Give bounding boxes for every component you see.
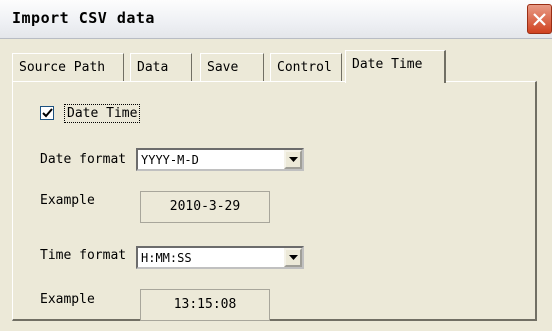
tab-label: Control — [277, 60, 332, 75]
date-format-value: YYYY-M-D — [141, 153, 199, 167]
time-format-dropdown-button[interactable] — [284, 248, 302, 267]
date-format-dropdown-button[interactable] — [284, 150, 302, 169]
time-format-label: Time format — [40, 248, 127, 263]
tab-label: Date Time — [352, 57, 423, 72]
checkmark-icon — [42, 108, 53, 118]
tab-control[interactable]: Control — [270, 53, 342, 81]
close-button[interactable] — [527, 4, 552, 34]
date-example-label: Example — [40, 193, 95, 208]
window-title: Import CSV data — [12, 9, 155, 27]
time-format-value: H:MM:SS — [141, 251, 192, 265]
time-format-select[interactable]: H:MM:SS — [136, 246, 304, 269]
time-example-display: 13:15:08 — [140, 289, 270, 321]
time-example-label: Example — [40, 292, 95, 307]
date-time-checkbox-label[interactable]: Date Time — [64, 104, 141, 123]
tab-date-time[interactable]: Date Time — [345, 50, 446, 83]
tab-label: Data — [137, 60, 169, 75]
tab-save[interactable]: Save — [200, 53, 264, 81]
tab-label: Save — [207, 60, 239, 75]
date-format-label: Date format — [40, 152, 127, 167]
title-bar: Import CSV data — [0, 0, 552, 39]
close-icon — [533, 13, 546, 26]
date-example-display: 2010-3-29 — [140, 191, 270, 223]
date-time-checkbox[interactable] — [40, 106, 54, 120]
tab-label: Source Path — [19, 60, 106, 75]
tab-data[interactable]: Data — [130, 53, 192, 81]
chevron-down-icon — [289, 157, 298, 162]
date-format-select[interactable]: YYYY-M-D — [136, 148, 304, 171]
chevron-down-icon — [289, 255, 298, 260]
tab-source-path[interactable]: Source Path — [12, 53, 124, 81]
